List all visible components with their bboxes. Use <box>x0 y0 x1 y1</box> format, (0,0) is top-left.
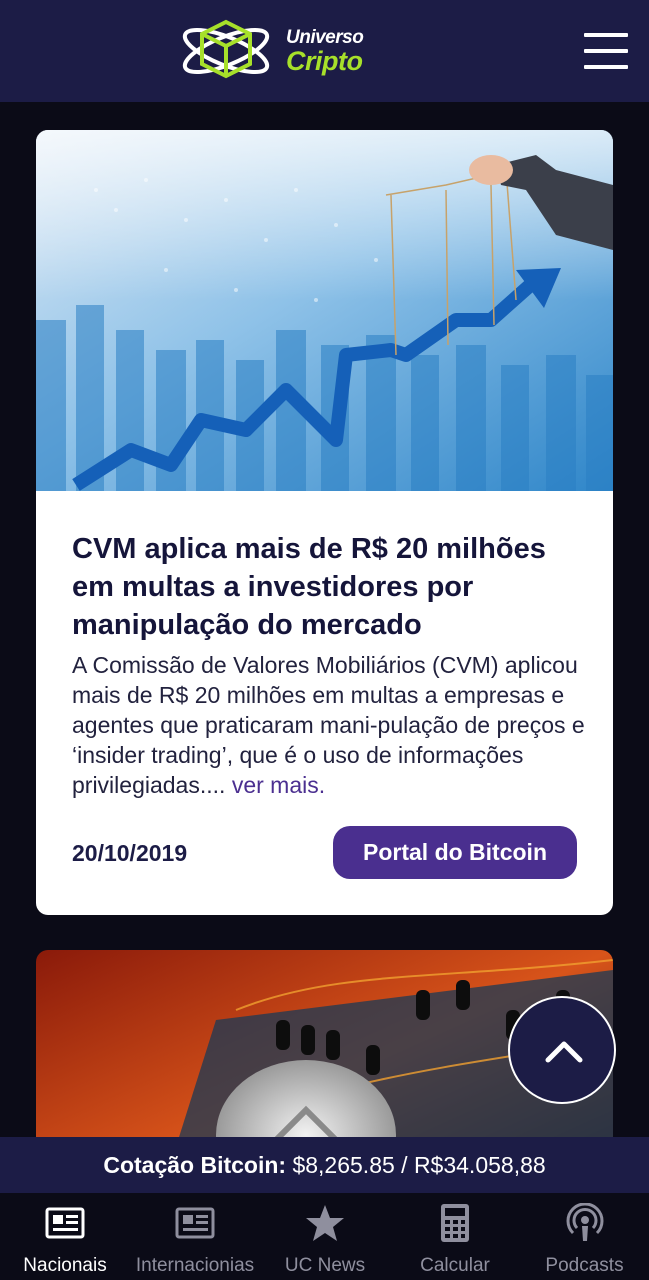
nav-label: Internacionias <box>135 1255 255 1276</box>
newspaper-icon <box>45 1207 85 1239</box>
nav-label: UC News <box>284 1255 366 1276</box>
logo-line-universo: Universo <box>286 27 364 48</box>
cube-atom-icon <box>182 19 270 79</box>
article-image[interactable] <box>36 130 613 491</box>
article-title[interactable]: CVM aplica mais de R$ 20 milhões em mult… <box>72 530 592 644</box>
podcast-icon <box>566 1203 603 1241</box>
read-more-link[interactable]: ver mais. <box>232 772 325 798</box>
scroll-to-top-button[interactable] <box>508 996 616 1104</box>
nav-label: Podcasts <box>545 1255 624 1276</box>
app-header: Universo Cripto <box>0 0 649 102</box>
nav-item-podcasts[interactable]: Podcasts <box>520 1193 649 1280</box>
logo-wordmark: Universo Cripto <box>286 27 364 76</box>
source-button[interactable]: Portal do Bitcoin <box>333 826 577 879</box>
universo-cripto-logo[interactable]: Universo Cripto <box>180 18 370 84</box>
news-feed[interactable]: CVM aplica mais de R$ 20 milhões em mult… <box>0 102 649 1137</box>
nav-item-internacionias[interactable]: Internacionias <box>130 1193 260 1280</box>
ticker-label: Cotação Bitcoin: <box>103 1152 287 1178</box>
nav-item-calcular[interactable]: Calcular <box>390 1193 520 1280</box>
ticker-value: $8,265.85 / R$34.058,88 <box>292 1152 546 1178</box>
article-excerpt-text: A Comissão de Valores Mobiliários (CVM) … <box>72 652 585 798</box>
logo-line-cripto: Cripto <box>286 46 363 76</box>
bottom-navigation: Nacionais Internacionias UC News Calcula… <box>0 1193 649 1280</box>
chevron-up-icon <box>545 1041 583 1063</box>
newspaper-icon <box>175 1207 215 1239</box>
nav-item-nacionais[interactable]: Nacionais <box>0 1193 130 1280</box>
article-date: 20/10/2019 <box>72 840 188 866</box>
nav-label: Nacionais <box>23 1255 107 1276</box>
star-icon <box>306 1205 344 1241</box>
article-card[interactable]: CVM aplica mais de R$ 20 milhões em mult… <box>36 130 613 915</box>
calculator-icon <box>441 1204 469 1242</box>
hamburger-menu-icon[interactable] <box>584 33 628 69</box>
article-excerpt: A Comissão de Valores Mobiliários (CVM) … <box>72 650 587 800</box>
bitcoin-price-ticker: Cotação Bitcoin: $8,265.85 / R$34.058,88 <box>0 1137 649 1193</box>
nav-label: Calcular <box>420 1255 490 1276</box>
nav-item-uc-news[interactable]: UC News <box>260 1193 390 1280</box>
